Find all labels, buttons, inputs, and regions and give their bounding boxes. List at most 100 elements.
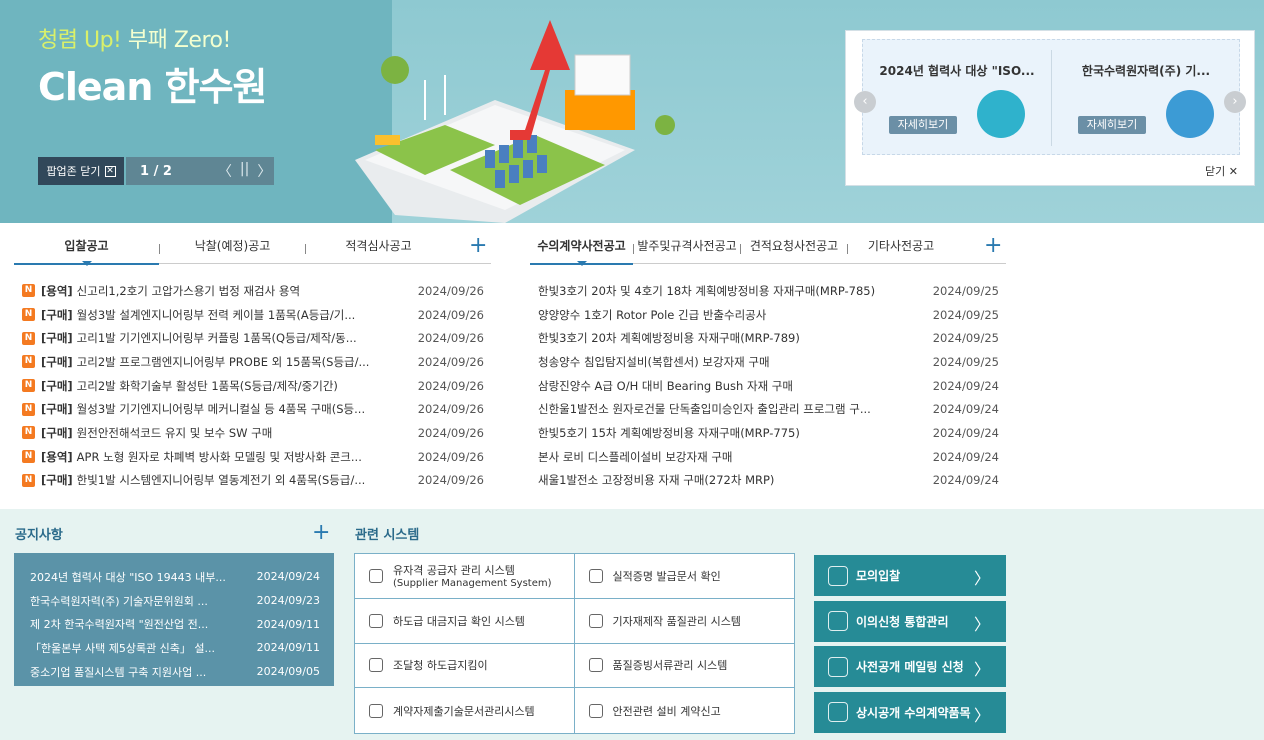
list-item[interactable]: 청송양수 침입탐지설비(복합센서) 보강자재 구매 2024/09/25 bbox=[538, 350, 999, 374]
category-label: [구매] bbox=[41, 473, 73, 488]
list-item[interactable]: 한빛3호기 20차 및 4호기 18차 계획예방정비용 자재구매(MRP-785… bbox=[538, 279, 999, 303]
related-system-link[interactable]: 유자격 공급자 관리 시스템 (Supplier Management Syste… bbox=[355, 554, 575, 599]
bid-tabs: 입찰공고 낙찰(예정)공고 적격심사공고 bbox=[14, 234, 491, 266]
next-slide-button[interactable]: 〉 bbox=[257, 161, 271, 181]
notice-item-date: 2024/09/23 bbox=[256, 594, 320, 608]
list-item-title: [용역] 신고리1,2호기 고압가스용기 법정 재검사 용역 bbox=[41, 283, 404, 299]
popup-next-button[interactable]: › bbox=[1224, 91, 1246, 113]
list-item-title: [구매] 월성3발 기기엔지니어링부 메커니컬실 등 4품목 구매(S등... bbox=[41, 401, 404, 417]
popup-cards: 2024년 협력사 대상 "ISO... 자세히보기 한국수력원자력(주) 기.… bbox=[862, 39, 1240, 155]
notice-more-button[interactable]: + bbox=[312, 522, 330, 544]
tab-order-spec-notice[interactable]: 발주및규격사전공고 bbox=[634, 234, 740, 264]
notice-item-date: 2024/09/05 bbox=[256, 665, 320, 679]
quick-link-button[interactable]: 상시공개 수의계약품목 〉 bbox=[814, 691, 1006, 733]
related-system-link[interactable]: 품질증빙서류관리 시스템 bbox=[574, 644, 794, 689]
atom-icon bbox=[588, 703, 603, 718]
popup-zone-close-button[interactable]: 팝업존 닫기 ✕ bbox=[38, 157, 124, 185]
category-label: [구매] bbox=[41, 425, 73, 440]
prev-slide-button[interactable]: 〈 bbox=[218, 161, 232, 181]
tab-award-notice[interactable]: 낙찰(예정)공고 bbox=[160, 234, 305, 264]
list-item-title: [구매] 한빛1발 시스템엔지니어링부 열동계전기 외 4품목(S등급/... bbox=[41, 472, 404, 488]
notice-item[interactable]: 2024년 협력사 대상 "ISO 19443 내부... 2024/09/24 bbox=[30, 565, 320, 589]
tab-private-contract-notice[interactable]: 수의계약사전공고 bbox=[530, 234, 633, 266]
list-item-title: [구매] 고리1발 기기엔지니어링부 커플링 1품목(Q등급/제작/동... bbox=[41, 330, 404, 346]
tab-bid-notice[interactable]: 입찰공고 bbox=[14, 234, 159, 266]
quick-link-label: 이의신청 통합관리 bbox=[856, 614, 949, 629]
hand-pointer-icon bbox=[828, 565, 848, 586]
quick-link-button[interactable]: 모의입찰 〉 bbox=[814, 555, 1006, 596]
list-item-date: 2024/09/24 bbox=[932, 449, 999, 464]
list-item[interactable]: 본사 로비 디스플레이설비 보강자재 구매 2024/09/24 bbox=[538, 445, 999, 469]
notice-item-title: 한국수력원자력(주) 기술자문위원회 ... bbox=[30, 594, 208, 608]
notice-item[interactable]: 한국수력원자력(주) 기술자문위원회 ... 2024/09/23 bbox=[30, 589, 320, 613]
list-item[interactable]: N [구매] 원전안전해석코드 유지 및 보수 SW 구매 2024/09/26 bbox=[22, 421, 484, 445]
related-system-link[interactable]: 계약자제출기술문서관리시스템 bbox=[355, 688, 575, 733]
clipboard-icon bbox=[369, 703, 383, 718]
related-systems-grid: 유자격 공급자 관리 시스템 (Supplier Management Syste… bbox=[354, 553, 795, 734]
list-item[interactable]: 한빛5호기 15차 계획예방정비용 자재구매(MRP-775) 2024/09/2… bbox=[538, 421, 999, 445]
quick-link-button[interactable]: 사전공개 메일링 신청 〉 bbox=[814, 646, 1006, 687]
label-main: 안전관련 설비 계약신고 bbox=[612, 704, 721, 718]
notice-item[interactable]: 중소기업 품질시스템 구축 지원사업 ... 2024/09/05 bbox=[30, 660, 320, 684]
list-item[interactable]: 삼랑진양수 A급 O/H 대비 Bearing Bush 자재 구매 2024/0… bbox=[538, 374, 999, 398]
notice-item-title: 중소기업 품질시스템 구축 지원사업 ... bbox=[30, 665, 207, 679]
quick-link-button[interactable]: 이의신청 통합관리 〉 bbox=[814, 600, 1006, 642]
list-item[interactable]: N [구매] 월성3발 기기엔지니어링부 메커니컬실 등 4품목 구매(S등... 2… bbox=[22, 397, 484, 421]
related-system-label: 실적증명 발급문서 확인 bbox=[613, 568, 721, 584]
title-text: 고리1발 기기엔지니어링부 커플링 1품목(Q등급/제작/동... bbox=[76, 331, 357, 346]
panel-close-button[interactable]: 닫기 ✕ bbox=[1205, 163, 1238, 179]
related-system-link[interactable]: 안전관련 설비 계약신고 bbox=[575, 688, 795, 733]
list-item-date: 2024/09/25 bbox=[932, 331, 999, 346]
monitor-chart-icon bbox=[977, 90, 1025, 138]
popup-card-title: 한국수력원자력(주) 기... bbox=[1081, 64, 1211, 78]
list-item-date: 2024/09/26 bbox=[417, 473, 484, 488]
tab-other-notice[interactable]: 기타사전공고 bbox=[848, 234, 954, 264]
tab-quote-request-notice[interactable]: 견적요청사전공고 bbox=[741, 234, 847, 264]
popup-zone-panel: 2024년 협력사 대상 "ISO... 자세히보기 한국수력원자력(주) 기.… bbox=[845, 30, 1255, 186]
list-item[interactable]: 새울1발전소 고장정비용 자재 구매(272차 MRP) 2024/09/24 bbox=[538, 469, 999, 493]
category-label: [구매] bbox=[41, 307, 73, 322]
list-item-title: 삼랑진양수 A급 O/H 대비 Bearing Bush 자재 구매 bbox=[538, 378, 793, 393]
title-text: 원전안전해석코드 유지 및 보수 SW 구매 bbox=[76, 425, 273, 440]
list-item[interactable]: N [구매] 고리2발 프로그램엔지니어링부 PROBE 외 15품목(S등급/..… bbox=[22, 350, 484, 374]
list-item-date: 2024/09/26 bbox=[417, 378, 484, 393]
bid-more-button[interactable]: + bbox=[469, 235, 487, 257]
related-system-label: 유자격 공급자 관리 시스템 (Supplier Management Syste… bbox=[393, 562, 552, 589]
label-main: 품질증빙서류관리 시스템 bbox=[612, 659, 728, 673]
notice-item[interactable]: 제 2차 한국수력원자력 "원전산업 전... 2024/09/11 bbox=[30, 612, 320, 636]
notice-item[interactable]: 「한울본부 사택 제5상록관 신축」 설... 2024/09/11 bbox=[30, 636, 320, 660]
notice-item-title: 「한울본부 사택 제5상록관 신축」 설... bbox=[30, 641, 216, 655]
list-item[interactable]: 신한울1발전소 원자로건물 단독출입미승인자 출입관리 프로그램 구... 202… bbox=[538, 397, 999, 421]
pre-notice-list: 한빛3호기 20차 및 4호기 18차 계획예방정비용 자재구매(MRP-785… bbox=[538, 279, 999, 492]
more-button[interactable]: 자세히보기 bbox=[889, 116, 957, 134]
list-item[interactable]: N [구매] 월성3발 설계엔지니어링부 전력 케이블 1품목(A등급/기... 20… bbox=[22, 303, 484, 327]
category-label: [구매] bbox=[41, 402, 73, 417]
hero-title: Clean 한수원 bbox=[38, 65, 267, 109]
popup-prev-button[interactable]: ‹ bbox=[854, 91, 876, 113]
list-item[interactable]: 양양양수 1호기 Rotor Pole 긴급 반출수리공사 2024/09/25 bbox=[538, 303, 999, 327]
pre-notice-more-button[interactable]: + bbox=[984, 235, 1002, 257]
quick-links: 모의입찰 〉 이의신청 통합관리 〉 사전공개 메일링 신청 〉 상시공개 수의계약품목 〉 bbox=[814, 555, 1006, 737]
related-system-link[interactable]: 조달청 하도급지킴이 bbox=[355, 643, 575, 689]
more-button[interactable]: 자세히보기 bbox=[1078, 116, 1146, 134]
list-item[interactable]: N [구매] 고리1발 기기엔지니어링부 커플링 1품목(Q등급/제작/동... 20… bbox=[22, 326, 484, 350]
list-item[interactable]: N [용역] 신고리1,2호기 고압가스용기 법정 재검사 용역 2024/09/26 bbox=[22, 279, 484, 303]
list-item-date: 2024/09/25 bbox=[932, 283, 999, 298]
popup-card[interactable]: 한국수력원자력(주) 기... 자세히보기 bbox=[1052, 40, 1240, 156]
list-item[interactable]: N [구매] 고리2발 화학기술부 활성탄 1품목(S등급/제작/중기간) 2024/… bbox=[22, 374, 484, 398]
list-item[interactable]: 한빛3호기 20차 계획예방정비용 자재구매(MRP-789) 2024/09/2… bbox=[538, 326, 999, 350]
related-system-label: 계약자제출기술문서관리시스템 bbox=[393, 703, 535, 719]
pause-button[interactable]: || bbox=[240, 161, 249, 181]
list-item-title: 본사 로비 디스플레이설비 보강자재 구매 bbox=[538, 449, 733, 464]
related-system-link[interactable]: 실적증명 발급문서 확인 bbox=[574, 554, 794, 599]
title-text: 고리2발 프로그램엔지니어링부 PROBE 외 15품목(S등급/... bbox=[76, 354, 370, 369]
users-icon bbox=[828, 611, 848, 631]
list-item-title: [용역] APR 노형 원자로 차폐벽 방사화 모델링 및 저방사화 콘크... bbox=[41, 449, 404, 465]
related-system-link[interactable]: 하도급 대금지급 확인 시스템 bbox=[355, 598, 575, 644]
related-system-link[interactable]: 기자재제작 품질관리 시스템 bbox=[574, 599, 794, 644]
list-item[interactable]: N [구매] 한빛1발 시스템엔지니어링부 열동계전기 외 4품목(S등급/... 2… bbox=[22, 469, 484, 493]
slide-pager: 1 / 2 〈 || 〉 bbox=[126, 157, 274, 185]
list-item[interactable]: N [용역] APR 노형 원자로 차폐벽 방사화 모델링 및 저방사화 콘크...… bbox=[22, 445, 484, 469]
tab-qualification-notice[interactable]: 적격심사공고 bbox=[306, 234, 451, 264]
popup-card[interactable]: 2024년 협력사 대상 "ISO... 자세히보기 bbox=[863, 40, 1051, 156]
